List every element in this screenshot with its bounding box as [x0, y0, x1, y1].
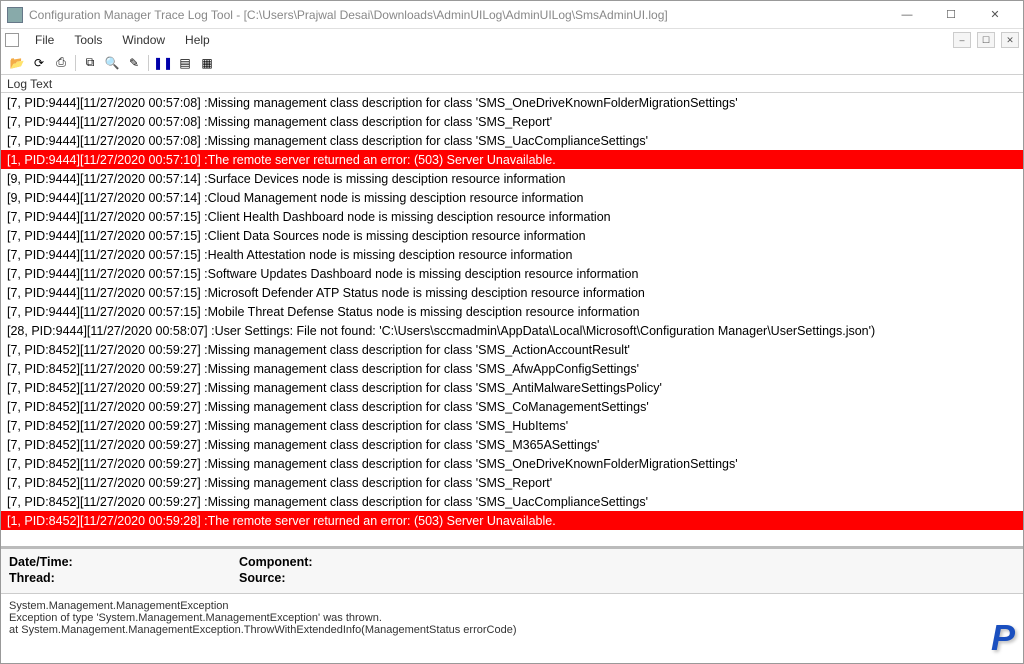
app-menu-icon [5, 33, 19, 47]
log-list[interactable]: [7, PID:9444][11/27/2020 00:57:08] :Miss… [1, 93, 1023, 546]
menu-bar: File Tools Window Help – ☐ ✕ [1, 29, 1023, 51]
close-button[interactable]: ✕ [973, 1, 1017, 29]
toolbar-separator [148, 55, 149, 71]
pause-icon[interactable]: ❚❚ [153, 53, 173, 73]
title-bar: Configuration Manager Trace Log Tool - [… [1, 1, 1023, 29]
log-row[interactable]: [7, PID:9444][11/27/2020 00:57:15] :Clie… [1, 207, 1023, 226]
mdi-restore-button[interactable]: ☐ [977, 32, 995, 48]
minimize-button[interactable]: — [885, 1, 929, 29]
log-row[interactable]: [7, PID:9444][11/27/2020 00:57:08] :Miss… [1, 112, 1023, 131]
toolbar-separator [75, 55, 76, 71]
toolbar: 📂 ⟳ ⎙ ⧉ 🔍 ✎ ❚❚ ▤ ▦ [1, 51, 1023, 75]
log-row[interactable]: [7, PID:9444][11/27/2020 00:57:08] :Miss… [1, 131, 1023, 150]
log-row[interactable]: [7, PID:8452][11/27/2020 00:59:27] :Miss… [1, 378, 1023, 397]
refresh-icon[interactable]: ⟳ [29, 53, 49, 73]
mdi-close-button[interactable]: ✕ [1001, 32, 1019, 48]
log-row[interactable]: [7, PID:8452][11/27/2020 00:59:27] :Miss… [1, 359, 1023, 378]
log-text-header: Log Text [7, 77, 52, 91]
log-row[interactable]: [7, PID:8452][11/27/2020 00:59:27] :Miss… [1, 416, 1023, 435]
datetime-label: Date/Time: [9, 555, 79, 569]
highlight-icon[interactable]: ✎ [124, 53, 144, 73]
log-row[interactable]: [7, PID:8452][11/27/2020 00:59:27] :Miss… [1, 435, 1023, 454]
details-panel: Date/Time: Component: Thread: Source: [1, 546, 1023, 593]
log-row[interactable]: [1, PID:9444][11/27/2020 00:57:10] :The … [1, 150, 1023, 169]
multi-pane-icon[interactable]: ▦ [197, 53, 217, 73]
menu-help[interactable]: Help [177, 32, 218, 48]
source-label: Source: [239, 571, 309, 585]
exception-line: at System.Management.ManagementException… [9, 624, 1015, 636]
menu-file[interactable]: File [27, 32, 62, 48]
single-pane-icon[interactable]: ▤ [175, 53, 195, 73]
exception-line: System.Management.ManagementException [9, 600, 1015, 612]
exception-panel: System.Management.ManagementException Ex… [1, 593, 1023, 663]
log-row[interactable]: [7, PID:9444][11/27/2020 00:57:15] :Mobi… [1, 302, 1023, 321]
log-row[interactable]: [9, PID:9444][11/27/2020 00:57:14] :Surf… [1, 169, 1023, 188]
log-row[interactable]: [7, PID:9444][11/27/2020 00:57:15] :Soft… [1, 264, 1023, 283]
log-row[interactable]: [28, PID:9444][11/27/2020 00:58:07] :Use… [1, 321, 1023, 340]
log-row[interactable]: [7, PID:9444][11/27/2020 00:57:15] :Heal… [1, 245, 1023, 264]
thread-label: Thread: [9, 571, 79, 585]
window-title: Configuration Manager Trace Log Tool - [… [29, 8, 885, 22]
menu-tools[interactable]: Tools [66, 32, 110, 48]
log-row[interactable]: [7, PID:9444][11/27/2020 00:57:15] :Clie… [1, 226, 1023, 245]
component-label: Component: [239, 555, 313, 569]
copy-icon[interactable]: ⧉ [80, 53, 100, 73]
log-row[interactable]: [1, PID:8452][11/27/2020 00:59:28] :The … [1, 511, 1023, 530]
exception-line: Exception of type 'System.Management.Man… [9, 612, 1015, 624]
menu-window[interactable]: Window [114, 32, 173, 48]
log-row[interactable]: [7, PID:8452][11/27/2020 00:59:27] :Miss… [1, 397, 1023, 416]
window-controls: — ☐ ✕ [885, 1, 1017, 29]
log-row[interactable]: [7, PID:8452][11/27/2020 00:59:27] :Miss… [1, 340, 1023, 359]
log-row[interactable]: [7, PID:9444][11/27/2020 00:57:15] :Micr… [1, 283, 1023, 302]
log-row[interactable]: [7, PID:8452][11/27/2020 00:59:27] :Miss… [1, 473, 1023, 492]
column-header[interactable]: Log Text [1, 75, 1023, 93]
maximize-button[interactable]: ☐ [929, 1, 973, 29]
mdi-minimize-button[interactable]: – [953, 32, 971, 48]
log-row[interactable]: [7, PID:8452][11/27/2020 00:59:27] :Miss… [1, 454, 1023, 473]
find-icon[interactable]: 🔍 [102, 53, 122, 73]
log-row[interactable]: [7, PID:9444][11/27/2020 00:57:08] :Miss… [1, 93, 1023, 112]
app-icon [7, 7, 23, 23]
log-row[interactable]: [9, PID:9444][11/27/2020 00:57:14] :Clou… [1, 188, 1023, 207]
log-row[interactable]: [7, PID:8452][11/27/2020 00:59:27] :Miss… [1, 492, 1023, 511]
watermark-logo: P [991, 617, 1013, 659]
print-icon[interactable]: ⎙ [51, 53, 71, 73]
open-icon[interactable]: 📂 [7, 53, 27, 73]
